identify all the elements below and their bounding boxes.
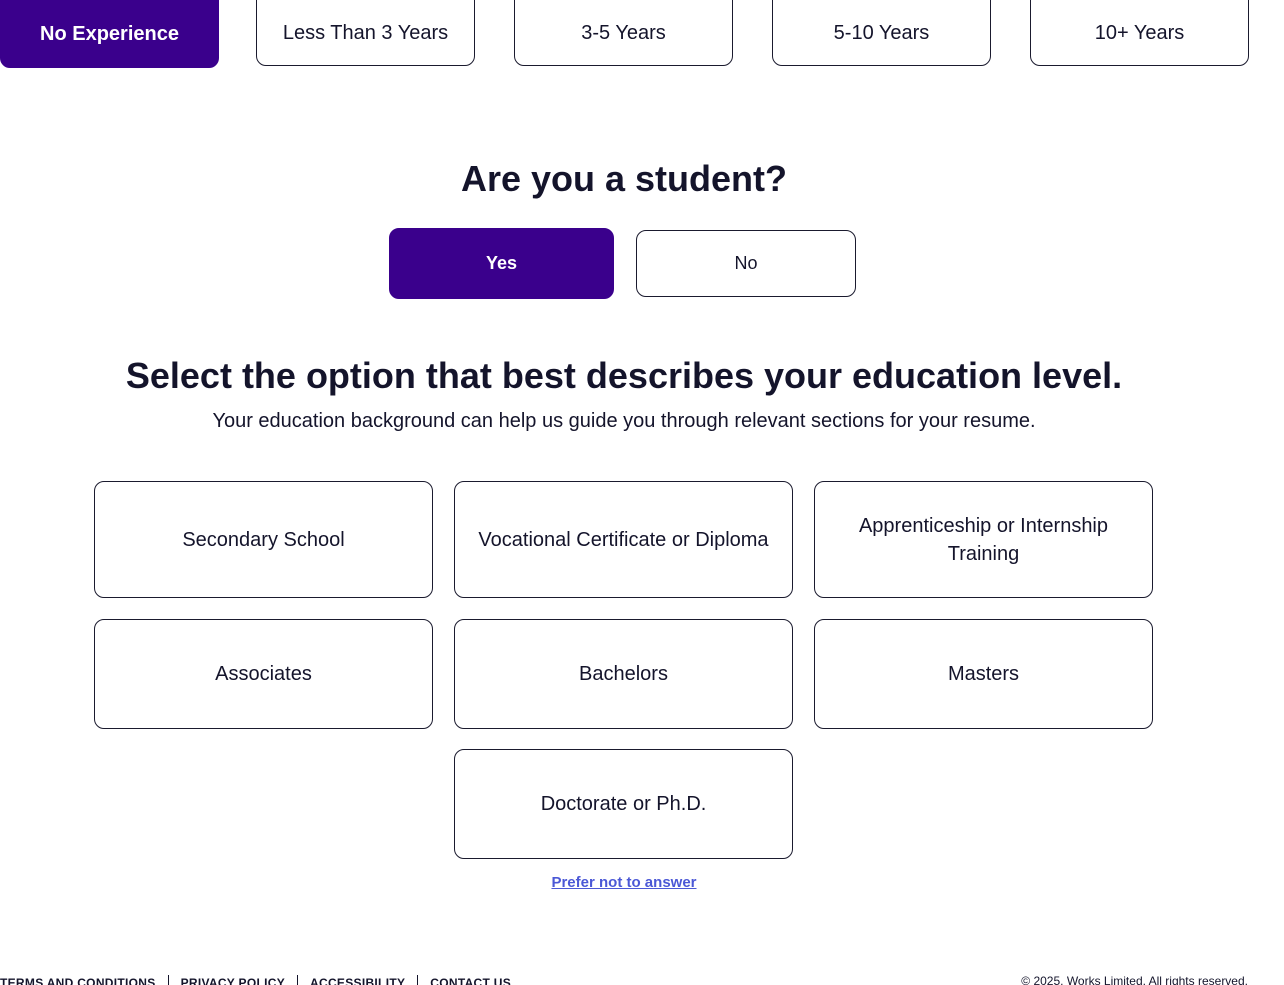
footer-links: TERMS AND CONDITIONS PRIVACY POLICY ACCE… [0, 975, 523, 985]
experience-option-less-than-3[interactable]: Less Than 3 Years [256, 0, 475, 66]
copyright-text: © 2025, Works Limited. All rights reserv… [1021, 974, 1248, 985]
education-option-bachelors[interactable]: Bachelors [454, 619, 793, 729]
footer-link-privacy[interactable]: PRIVACY POLICY [169, 976, 297, 985]
footer-link-terms[interactable]: TERMS AND CONDITIONS [0, 976, 168, 985]
experience-option-3-5[interactable]: 3-5 Years [514, 0, 733, 66]
prefer-not-to-answer-link[interactable]: Prefer not to answer [0, 874, 1248, 891]
education-option-secondary-school[interactable]: Secondary School [94, 481, 433, 598]
education-option-vocational[interactable]: Vocational Certificate or Diploma [454, 481, 793, 598]
education-option-doctorate[interactable]: Doctorate or Ph.D. [454, 749, 793, 859]
student-question: Are you a student? [460, 158, 788, 199]
experience-option-10-plus[interactable]: 10+ Years [1030, 0, 1249, 66]
student-no-button[interactable]: No [636, 230, 856, 297]
page: No Experience Less Than 3 Years 3-5 Year… [0, 0, 1284, 985]
education-option-apprenticeship[interactable]: Apprenticeship or Internship Training [814, 481, 1153, 598]
education-option-masters[interactable]: Masters [814, 619, 1153, 729]
student-yes-button[interactable]: Yes [389, 228, 614, 299]
footer-link-accessibility[interactable]: ACCESSIBILITY [298, 976, 417, 985]
education-heading: Select the option that best describes yo… [125, 355, 1123, 396]
experience-option-5-10[interactable]: 5-10 Years [772, 0, 991, 66]
education-option-associates[interactable]: Associates [94, 619, 433, 729]
experience-option-no-experience[interactable]: No Experience [0, 0, 219, 68]
footer-link-contact[interactable]: CONTACT US [418, 976, 523, 985]
education-subtext: Your education background can help us gu… [212, 410, 1036, 432]
